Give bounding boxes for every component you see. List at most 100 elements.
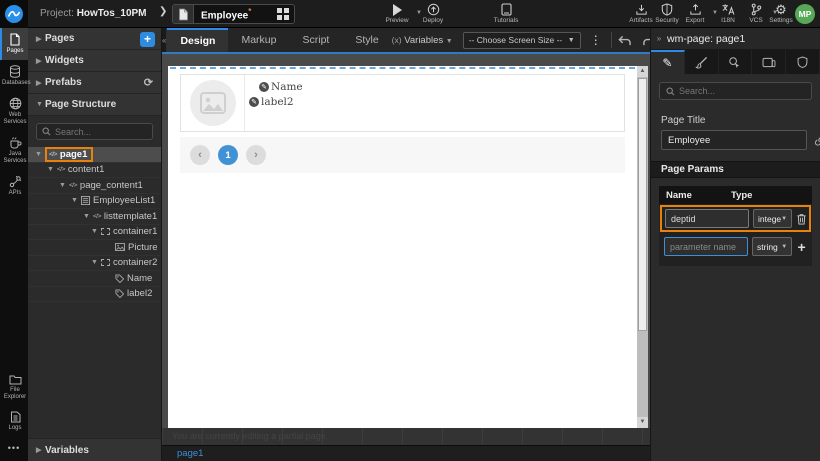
list-pagination: ‹ 1 › bbox=[180, 137, 625, 173]
rail-item-file-explorer[interactable]: File Explorer bbox=[0, 369, 28, 406]
tab-events[interactable] bbox=[719, 50, 753, 74]
section-page-structure[interactable]: ▼ Page Structure bbox=[28, 94, 161, 116]
tree-node-content1[interactable]: ▼ </> content1 bbox=[28, 163, 161, 179]
refresh-icon[interactable]: ⟳ bbox=[144, 76, 153, 89]
section-prefabs[interactable]: ▶ Prefabs ⟳ bbox=[28, 72, 161, 94]
scroll-down-arrow[interactable]: ▼ bbox=[637, 417, 648, 428]
structure-search[interactable] bbox=[36, 123, 153, 140]
collapsed-arrow-icon: ▶ bbox=[36, 35, 45, 43]
tutorials-button[interactable]: Tutorials bbox=[487, 3, 525, 24]
selected-node-highlight: </> page1 bbox=[45, 147, 93, 162]
expanded-arrow-icon: ▼ bbox=[90, 228, 99, 235]
labels-container: ✎ Name ✎ label2 bbox=[245, 75, 624, 131]
tab-properties[interactable]: ✎ bbox=[651, 50, 685, 74]
project-name: HowTos_10PM bbox=[77, 8, 147, 19]
bind-link-icon[interactable] bbox=[814, 134, 820, 147]
variable-x-icon: (x) bbox=[392, 35, 402, 45]
trash-icon bbox=[796, 213, 807, 225]
new-param-type-select[interactable]: string ▼ bbox=[752, 237, 792, 256]
tab-markup[interactable]: Markup bbox=[228, 28, 289, 52]
more-options-kebab[interactable]: ⋮ bbox=[590, 33, 602, 47]
page-title-input[interactable] bbox=[661, 130, 807, 150]
pagination-next-button[interactable]: › bbox=[246, 145, 266, 165]
tab-styles[interactable] bbox=[685, 50, 719, 74]
scroll-up-arrow[interactable]: ▲ bbox=[637, 66, 648, 77]
new-param-name-input[interactable] bbox=[664, 237, 748, 256]
tree-node-container1[interactable]: ▼ container1 bbox=[28, 225, 161, 241]
current-page-name: Employee* bbox=[194, 7, 272, 21]
param-name-input[interactable] bbox=[665, 209, 749, 228]
section-pages[interactable]: ▶ Pages + bbox=[28, 28, 161, 50]
topbar: Project: HowTos_10PM ❯ Employee* Preview… bbox=[0, 0, 820, 28]
tab-script[interactable]: Script bbox=[289, 28, 342, 52]
params-table-header: Name Type bbox=[659, 186, 812, 204]
expanded-arrow-icon: ▼ bbox=[90, 259, 99, 266]
canvas-workspace: ✎ Name ✎ label2 ‹ 1 › ▲ bbox=[162, 56, 650, 445]
rail-item-pages[interactable]: Pages bbox=[0, 28, 28, 60]
tree-node-container2[interactable]: ▼ container2 bbox=[28, 256, 161, 272]
page-title-label: Page Title bbox=[651, 108, 820, 130]
tree-node-listtemplate1[interactable]: ▼ </> listtemplate1 bbox=[28, 209, 161, 225]
tree-node-page-content1[interactable]: ▼ </> page_content1 bbox=[28, 178, 161, 194]
add-param-button[interactable]: + bbox=[796, 240, 807, 254]
preview-button[interactable]: Preview ▼ bbox=[378, 3, 416, 24]
paintbrush-icon bbox=[695, 56, 708, 69]
user-avatar[interactable]: MP bbox=[795, 4, 815, 24]
properties-search-input[interactable] bbox=[679, 86, 805, 96]
page-params-table: Name Type intege ▼ string ▼ + bbox=[659, 186, 812, 266]
label2-widget[interactable]: ✎ label2 bbox=[249, 94, 624, 109]
wavemaker-logo[interactable] bbox=[0, 0, 28, 28]
collapse-properties-chevron[interactable]: » bbox=[651, 34, 667, 43]
wavemaker-logo-icon bbox=[5, 5, 23, 23]
breadcrumb-chevron-icon: ❯ bbox=[159, 6, 167, 17]
open-page-tab-page1[interactable]: page1 bbox=[177, 448, 203, 459]
undo-button[interactable] bbox=[617, 34, 632, 47]
code-icon: </> bbox=[69, 182, 77, 189]
tab-design[interactable]: Design bbox=[167, 28, 228, 52]
tab-security[interactable] bbox=[786, 50, 820, 74]
screen-size-select[interactable]: -- Choose Screen Size -- ▼ bbox=[463, 32, 581, 49]
delete-param-button[interactable] bbox=[796, 213, 807, 225]
section-widgets[interactable]: ▶ Widgets bbox=[28, 50, 161, 72]
tree-node-employeelist1[interactable]: ▼ EmployeeList1 bbox=[28, 194, 161, 210]
pagination-prev-button[interactable]: ‹ bbox=[190, 145, 210, 165]
rail-item-java-services[interactable]: Java Services bbox=[0, 131, 28, 170]
deploy-button[interactable]: Deploy bbox=[414, 3, 452, 24]
tree-node-name[interactable]: Name bbox=[28, 271, 161, 287]
rail-item-web-services[interactable]: Web Services bbox=[0, 92, 28, 131]
page-selector[interactable]: Employee* bbox=[172, 4, 295, 24]
picture-widget[interactable] bbox=[181, 75, 245, 131]
tab-style[interactable]: Style bbox=[342, 28, 391, 52]
pages-icon bbox=[2, 33, 28, 46]
pencil-icon: ✎ bbox=[662, 56, 672, 70]
expanded-arrow-icon: ▼ bbox=[58, 182, 67, 189]
cursor-click-icon bbox=[728, 56, 741, 69]
list-item-template[interactable]: ✎ Name ✎ label2 bbox=[180, 74, 625, 132]
expanded-arrow-icon: ▼ bbox=[34, 151, 43, 158]
tree-node-picture[interactable]: Picture bbox=[28, 240, 161, 256]
structure-search-input[interactable] bbox=[55, 127, 147, 137]
properties-panel: » wm-page: page1 ✎ Page Title Page Param… bbox=[650, 28, 820, 461]
book-icon bbox=[487, 3, 525, 16]
design-canvas[interactable]: ✎ Name ✎ label2 ‹ 1 › bbox=[168, 66, 637, 428]
wavemaker-studio: Project: HowTos_10PM ❯ Employee* Preview… bbox=[0, 0, 820, 461]
canvas-vertical-scrollbar[interactable]: ▲ ▼ bbox=[637, 66, 648, 428]
properties-search[interactable] bbox=[659, 82, 812, 100]
scrollbar-thumb[interactable] bbox=[638, 78, 647, 331]
section-variables[interactable]: ▶ Variables bbox=[28, 438, 161, 461]
page-structure-tree: ▼ </> page1 ▼ </> content1 ▼ </> page_co… bbox=[28, 147, 161, 438]
param-type-select[interactable]: intege ▼ bbox=[753, 209, 792, 228]
tab-mobile[interactable] bbox=[752, 50, 786, 74]
variables-button[interactable]: (x) Variables ▼ bbox=[392, 35, 453, 46]
unsaved-marker: * bbox=[248, 7, 251, 16]
rail-item-databases[interactable]: Databases bbox=[0, 60, 28, 92]
tree-node-label2[interactable]: label2 bbox=[28, 287, 161, 303]
add-page-button[interactable]: + bbox=[140, 32, 155, 47]
name-label-widget[interactable]: ✎ Name bbox=[259, 79, 624, 94]
pagination-current-page[interactable]: 1 bbox=[218, 145, 238, 165]
rail-item-logs[interactable]: Logs bbox=[0, 406, 28, 437]
expanded-arrow-icon: ▼ bbox=[82, 213, 91, 220]
rail-more-button[interactable]: ••• bbox=[0, 437, 28, 459]
tree-node-page1[interactable]: ▼ </> page1 bbox=[28, 147, 161, 163]
rail-item-apis[interactable]: APIs bbox=[0, 170, 28, 202]
